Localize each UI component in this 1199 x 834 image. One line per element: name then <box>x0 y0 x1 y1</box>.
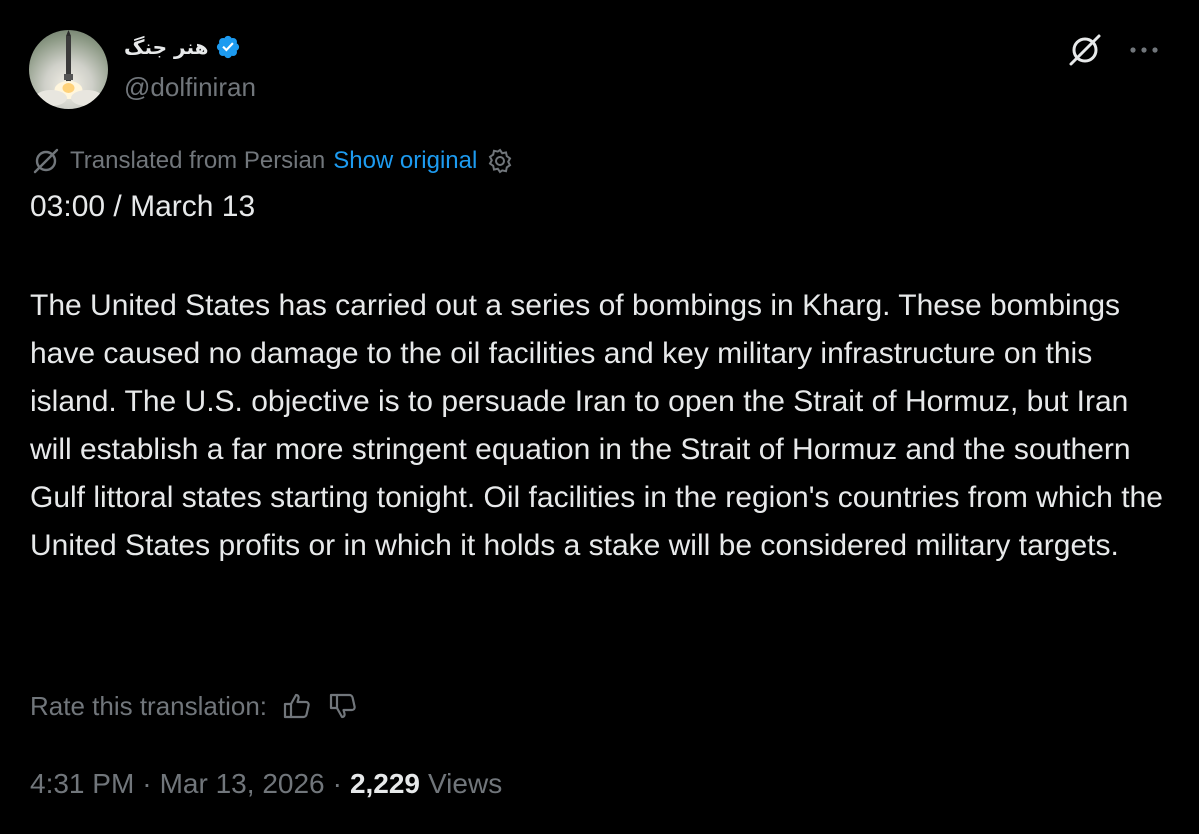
avatar-image <box>35 30 103 106</box>
views-count[interactable]: 2,229 <box>350 768 420 800</box>
rate-translation: Rate this translation: <box>30 690 359 722</box>
translated-from-label: Translated from Persian <box>70 147 326 174</box>
verified-badge-icon <box>216 35 239 59</box>
tweet-date[interactable]: Mar 13, 2026 <box>160 768 325 800</box>
translation-bar: Translated from Persian Show original <box>30 145 515 177</box>
tweet-detail: هنر جنگ @dolfiniran Translated from Pers… <box>0 0 1199 834</box>
tweet-text: The United States has carried out a seri… <box>30 289 1163 562</box>
views-label: Views <box>428 768 503 799</box>
tweet-time-line: 03:00 / March 13 <box>30 190 256 223</box>
tweet-meta: 4:31 PM · Mar 13, 2026 · 2,229 Views <box>30 768 502 800</box>
meta-separator: · <box>142 768 152 799</box>
display-name-row[interactable]: هنر جنگ <box>124 32 241 62</box>
gear-icon[interactable] <box>485 146 515 176</box>
grok-icon[interactable] <box>1065 30 1105 70</box>
top-actions <box>1065 30 1161 70</box>
display-name[interactable]: هنر جنگ <box>124 35 209 59</box>
avatar[interactable] <box>29 30 108 109</box>
translate-icon <box>33 148 59 174</box>
meta-separator: · <box>332 768 342 799</box>
thumbs-up-icon[interactable] <box>281 690 313 722</box>
show-original-link[interactable]: Show original <box>333 147 477 175</box>
rate-translation-label: Rate this translation: <box>30 690 268 721</box>
tweet-timestamp[interactable]: 4:31 PM <box>30 768 134 800</box>
handle[interactable]: @dolfiniran <box>124 72 256 103</box>
thumbs-down-icon[interactable] <box>327 690 359 722</box>
more-options-icon[interactable] <box>1127 33 1161 67</box>
